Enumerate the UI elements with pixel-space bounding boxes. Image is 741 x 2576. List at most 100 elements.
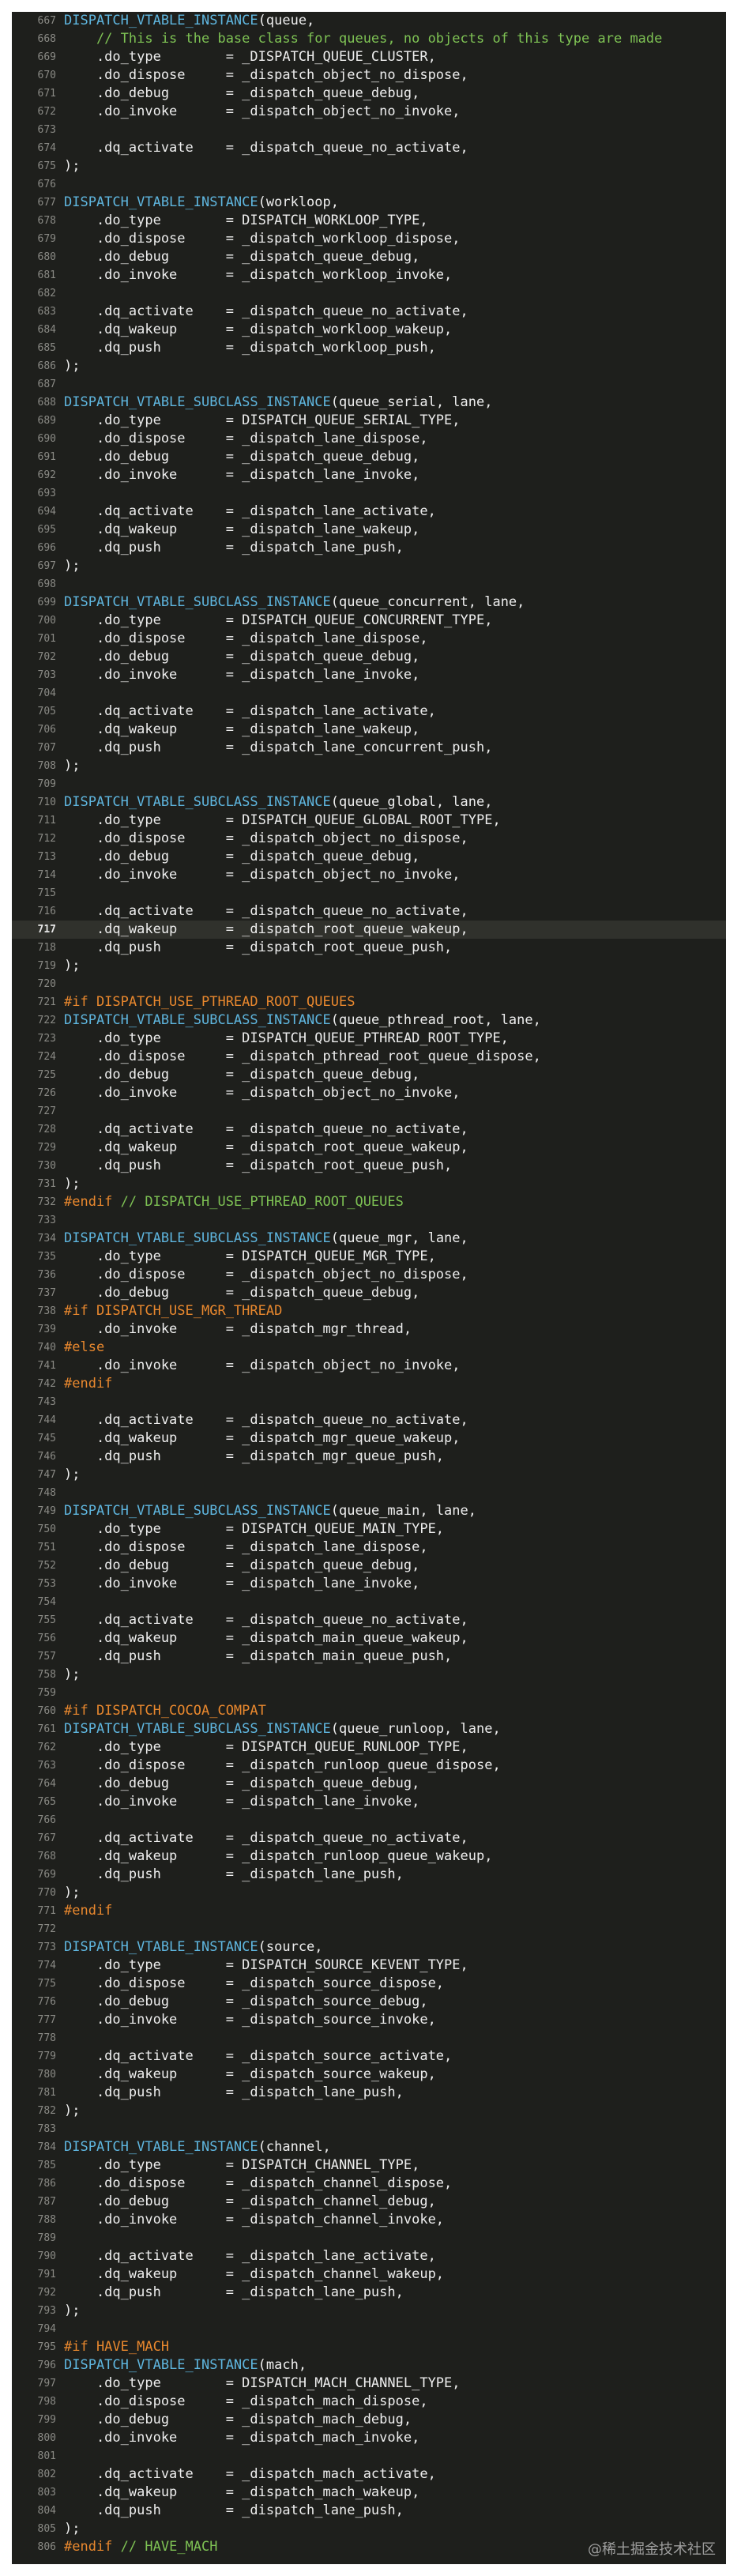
code-line[interactable]: 690 .do_dispose = _dispatch_lane_dispose… [12,430,726,448]
code-line[interactable]: 768 .dq_wakeup = _dispatch_runloop_queue… [12,1847,726,1866]
code-line[interactable]: 706 .dq_wakeup = _dispatch_lane_wakeup, [12,721,726,739]
code-line[interactable]: 802 .dq_activate = _dispatch_mach_activa… [12,2465,726,2484]
code-line[interactable]: 667 DISPATCH_VTABLE_INSTANCE(queue, [12,12,726,30]
code-line[interactable]: 726 .do_invoke = _dispatch_object_no_inv… [12,1084,726,1102]
code-line[interactable]: 679 .do_dispose = _dispatch_workloop_dis… [12,230,726,248]
code-line[interactable]: 711 .do_type = DISPATCH_QUEUE_GLOBAL_ROO… [12,812,726,830]
code-line[interactable]: 685 .dq_push = _dispatch_workloop_push, [12,339,726,357]
code-line[interactable]: 803 .dq_wakeup = _dispatch_mach_wakeup, [12,2484,726,2502]
code-line[interactable]: 727 [12,1102,726,1120]
code-line[interactable]: 715 [12,884,726,902]
code-line[interactable]: 704 [12,684,726,702]
code-line[interactable]: 700 .do_type = DISPATCH_QUEUE_CONCURRENT… [12,612,726,630]
code-line[interactable]: 682 [12,284,726,303]
code-line[interactable]: 719); [12,957,726,975]
code-line[interactable]: 739 .do_invoke = _dispatch_mgr_thread, [12,1320,726,1339]
code-line[interactable]: 804 .dq_push = _dispatch_lane_push, [12,2502,726,2520]
code-line[interactable]: 784 DISPATCH_VTABLE_INSTANCE(channel, [12,2138,726,2156]
code-line[interactable]: 734 DISPATCH_VTABLE_SUBCLASS_INSTANCE(que… [12,1230,726,1248]
code-line[interactable]: 693 [12,484,726,503]
code-line[interactable]: 794 [12,2320,726,2338]
code-line[interactable]: 692 .do_invoke = _dispatch_lane_invoke, [12,466,726,484]
code-line[interactable]: 712 .do_dispose = _dispatch_object_no_di… [12,830,726,848]
code-line[interactable]: 699 DISPATCH_VTABLE_SUBCLASS_INSTANCE(que… [12,593,726,612]
code-line[interactable]: 769 .dq_push = _dispatch_lane_push, [12,1866,726,1884]
code-line[interactable]: 797 .do_type = DISPATCH_MACH_CHANNEL_TYP… [12,2375,726,2393]
code-line[interactable]: 697); [12,557,726,575]
code-line[interactable]: 800 .do_invoke = _dispatch_mach_invoke, [12,2429,726,2447]
code-line[interactable]: 687 [12,375,726,394]
code-line[interactable]: 709 [12,775,726,793]
code-line[interactable]: 771 #endif [12,1902,726,1920]
code-line[interactable]: 724 .do_dispose = _dispatch_pthread_root… [12,1048,726,1066]
code-line[interactable]: 696 .dq_push = _dispatch_lane_push, [12,539,726,557]
code-line[interactable]: 691 .do_debug = _dispatch_queue_debug, [12,448,726,466]
code-line[interactable]: 677 DISPATCH_VTABLE_INSTANCE(workloop, [12,194,726,212]
code-line[interactable]: 766 [12,1811,726,1829]
code-line[interactable]: 760 #if DISPATCH_COCOA_COMPAT [12,1702,726,1720]
code-line[interactable]: 670 .do_dispose = _dispatch_object_no_di… [12,66,726,85]
code-line[interactable]: 717 .dq_wakeup = _dispatch_root_queue_wa… [12,921,726,939]
code-line[interactable]: 775 .do_dispose = _dispatch_source_dispo… [12,1975,726,1993]
code-line[interactable]: 728 .dq_activate = _dispatch_queue_no_ac… [12,1120,726,1139]
code-line[interactable]: 686); [12,357,726,375]
code-line[interactable]: 783 [12,2120,726,2138]
code-line[interactable]: 778 [12,2029,726,2047]
code-line[interactable]: 764 .do_debug = _dispatch_queue_debug, [12,1775,726,1793]
code-line[interactable]: 742 #endif [12,1375,726,1393]
code-line[interactable]: 754 [12,1593,726,1611]
code-line[interactable]: 787 .do_debug = _dispatch_channel_debug, [12,2193,726,2211]
code-line[interactable]: 736 .do_dispose = _dispatch_object_no_di… [12,1266,726,1284]
code-line[interactable]: 733 [12,1211,726,1230]
code-line[interactable]: 781 .dq_push = _dispatch_lane_push, [12,2084,726,2102]
code-line[interactable]: 796 DISPATCH_VTABLE_INSTANCE(mach, [12,2356,726,2375]
code-line[interactable]: 721 #if DISPATCH_USE_PTHREAD_ROOT_QUEUES [12,993,726,1011]
code-line[interactable]: 738 #if DISPATCH_USE_MGR_THREAD [12,1302,726,1320]
code-line[interactable]: 703 .do_invoke = _dispatch_lane_invoke, [12,666,726,684]
code-line[interactable]: 678 .do_type = DISPATCH_WORKLOOP_TYPE, [12,212,726,230]
code-line[interactable]: 735 .do_type = DISPATCH_QUEUE_MGR_TYPE, [12,1248,726,1266]
code-line[interactable]: 765 .do_invoke = _dispatch_lane_invoke, [12,1793,726,1811]
code-line[interactable]: 750 .do_type = DISPATCH_QUEUE_MAIN_TYPE, [12,1520,726,1538]
code-line[interactable]: 786 .do_dispose = _dispatch_channel_disp… [12,2175,726,2193]
code-line[interactable]: 730 .dq_push = _dispatch_root_queue_push… [12,1157,726,1175]
code-line[interactable]: 720 [12,975,726,993]
code-line[interactable]: 695 .dq_wakeup = _dispatch_lane_wakeup, [12,521,726,539]
code-line[interactable]: 785 .do_type = DISPATCH_CHANNEL_TYPE, [12,2156,726,2175]
code-line[interactable]: 702 .do_debug = _dispatch_queue_debug, [12,648,726,666]
code-line[interactable]: 747); [12,1466,726,1484]
code-line[interactable]: 731); [12,1175,726,1193]
code-line[interactable]: 714 .do_invoke = _dispatch_object_no_inv… [12,866,726,884]
code-line[interactable]: 757 .dq_push = _dispatch_main_queue_push… [12,1648,726,1666]
code-line[interactable]: 749 DISPATCH_VTABLE_SUBCLASS_INSTANCE(que… [12,1502,726,1520]
code-line[interactable]: 732 #endif // DISPATCH_USE_PTHREAD_ROOT_Q… [12,1193,726,1211]
code-line[interactable]: 759 [12,1684,726,1702]
code-line[interactable]: 675); [12,157,726,175]
code-line[interactable]: 729 .dq_wakeup = _dispatch_root_queue_wa… [12,1139,726,1157]
code-line[interactable]: 789 [12,2229,726,2247]
code-line[interactable]: 795 #if HAVE_MACH [12,2338,726,2356]
code-line[interactable]: 773 DISPATCH_VTABLE_INSTANCE(source, [12,1938,726,1956]
code-line[interactable]: 746 .dq_push = _dispatch_mgr_queue_push, [12,1448,726,1466]
code-line[interactable]: 676 [12,175,726,194]
code-line[interactable]: 753 .do_invoke = _dispatch_lane_invoke, [12,1575,726,1593]
code-line[interactable]: 674 .dq_activate = _dispatch_queue_no_ac… [12,139,726,157]
code-line[interactable]: 707 .dq_push = _dispatch_lane_concurrent… [12,739,726,757]
code-line[interactable]: 761 DISPATCH_VTABLE_SUBCLASS_INSTANCE(que… [12,1720,726,1738]
code-line[interactable]: 716 .dq_activate = _dispatch_queue_no_ac… [12,902,726,921]
code-line[interactable]: 683 .dq_activate = _dispatch_queue_no_ac… [12,303,726,321]
code-line[interactable]: 772 [12,1920,726,1938]
code-line[interactable]: 684 .dq_wakeup = _dispatch_workloop_wake… [12,321,726,339]
code-line[interactable]: 805); [12,2520,726,2538]
code-line[interactable]: 698 [12,575,726,593]
code-line[interactable]: 801 [12,2447,726,2465]
code-line[interactable]: 740 #else [12,1339,726,1357]
code-line[interactable]: 708); [12,757,726,775]
code-line[interactable]: 770); [12,1884,726,1902]
code-line[interactable]: 744 .dq_activate = _dispatch_queue_no_ac… [12,1411,726,1429]
code-line[interactable]: 688 DISPATCH_VTABLE_SUBCLASS_INSTANCE(que… [12,394,726,412]
code-line[interactable]: 748 [12,1484,726,1502]
code-line[interactable]: 793); [12,2302,726,2320]
code-line[interactable]: 751 .do_dispose = _dispatch_lane_dispose… [12,1538,726,1557]
code-line[interactable]: 705 .dq_activate = _dispatch_lane_activa… [12,702,726,721]
